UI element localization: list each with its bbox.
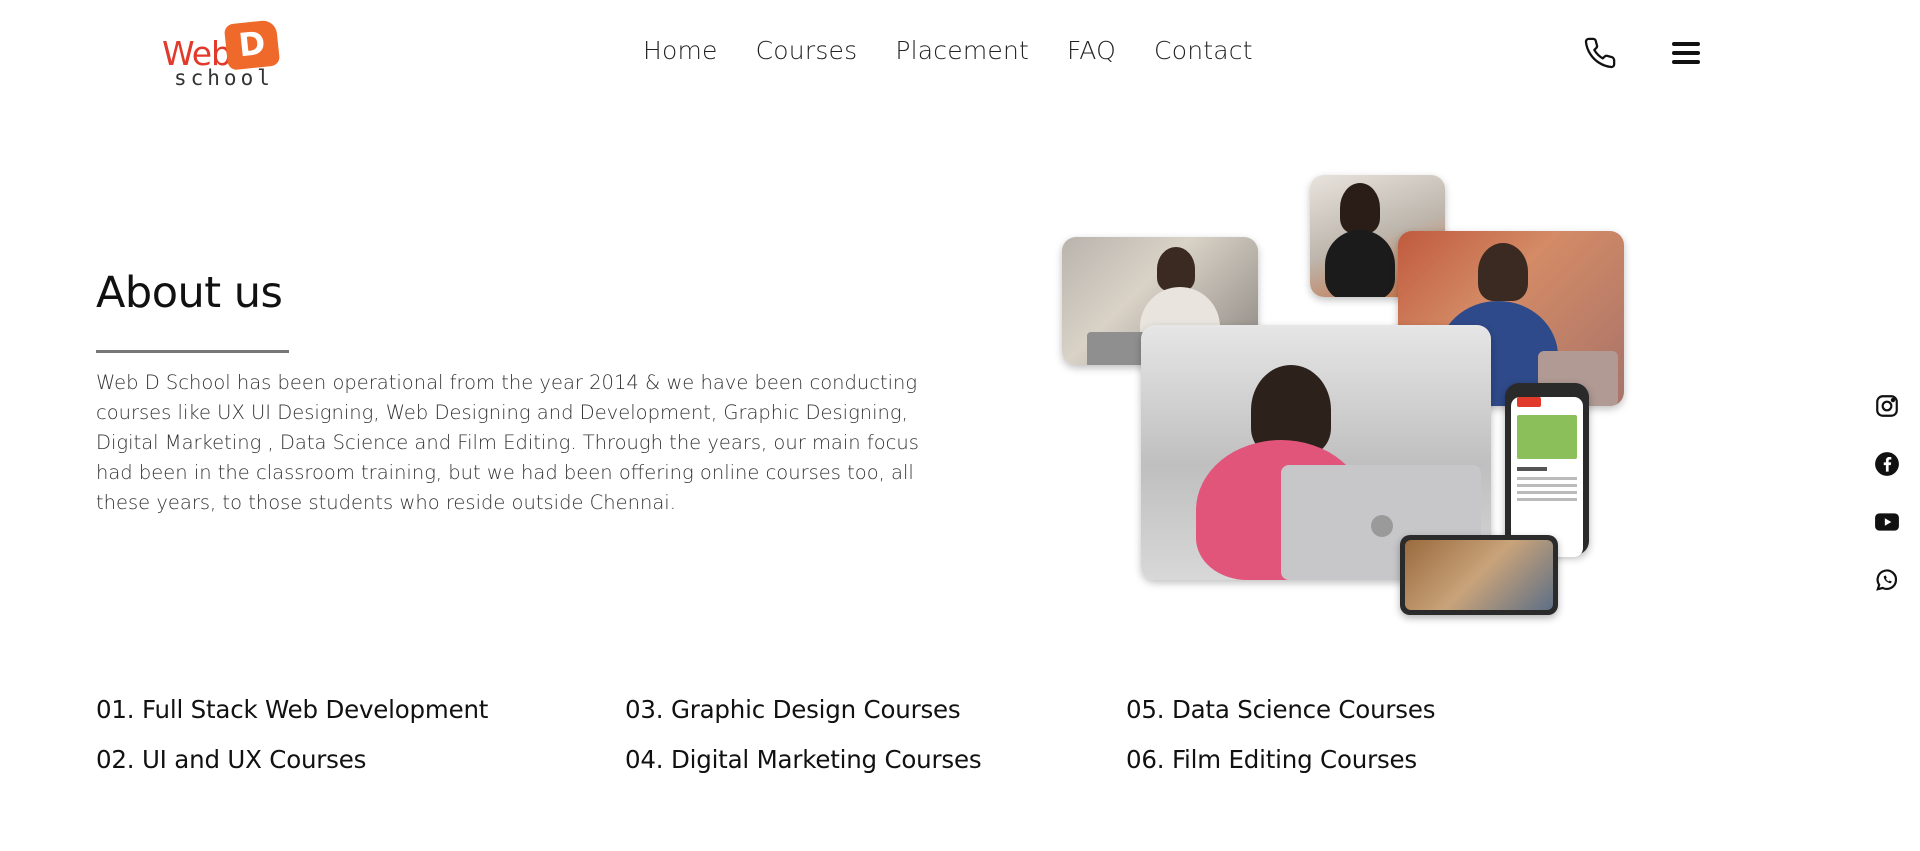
social-links <box>1874 393 1904 625</box>
nav-contact[interactable]: Contact <box>1154 36 1253 65</box>
course-link-graphic-design[interactable]: 03. Graphic Design Courses <box>625 695 961 724</box>
menu-bar <box>1672 60 1700 64</box>
nav-placement[interactable]: Placement <box>895 36 1029 65</box>
students-photo-collage <box>1060 175 1635 615</box>
web-d-school-logo[interactable]: Web D school <box>162 19 281 90</box>
phone-screen <box>1511 397 1583 557</box>
course-link-data-science[interactable]: 05. Data Science Courses <box>1126 695 1436 724</box>
logo-d-badge: D <box>223 19 281 71</box>
hamburger-menu-icon[interactable] <box>1672 42 1702 66</box>
course-link-full-stack[interactable]: 01. Full Stack Web Development <box>96 695 488 724</box>
nav-home[interactable]: Home <box>643 36 718 65</box>
menu-bar <box>1672 42 1700 46</box>
about-description: Web D School has been operational from t… <box>96 371 919 514</box>
nav-courses[interactable]: Courses <box>756 36 858 65</box>
site-header: Web D school Home Courses Placement FAQ … <box>0 0 1920 110</box>
youtube-icon[interactable] <box>1874 509 1900 535</box>
course-link-ui-ux[interactable]: 02. UI and UX Courses <box>96 745 366 774</box>
facebook-icon[interactable] <box>1874 451 1900 477</box>
tablet-mockup <box>1400 535 1558 615</box>
phone-mockup <box>1505 383 1589 557</box>
course-link-film-editing[interactable]: 06. Film Editing Courses <box>1126 745 1417 774</box>
main-nav: Home Courses Placement FAQ Contact <box>643 36 1253 65</box>
tablet-screen <box>1405 540 1553 610</box>
title-underline <box>96 350 289 353</box>
about-title: About us <box>96 268 283 318</box>
phone-icon[interactable] <box>1583 36 1617 70</box>
whatsapp-icon[interactable] <box>1874 567 1900 593</box>
logo-school-text: school <box>174 66 274 90</box>
nav-faq[interactable]: FAQ <box>1067 36 1116 65</box>
course-link-digital-marketing[interactable]: 04. Digital Marketing Courses <box>625 745 982 774</box>
instagram-icon[interactable] <box>1874 393 1900 419</box>
menu-bar <box>1672 51 1700 55</box>
